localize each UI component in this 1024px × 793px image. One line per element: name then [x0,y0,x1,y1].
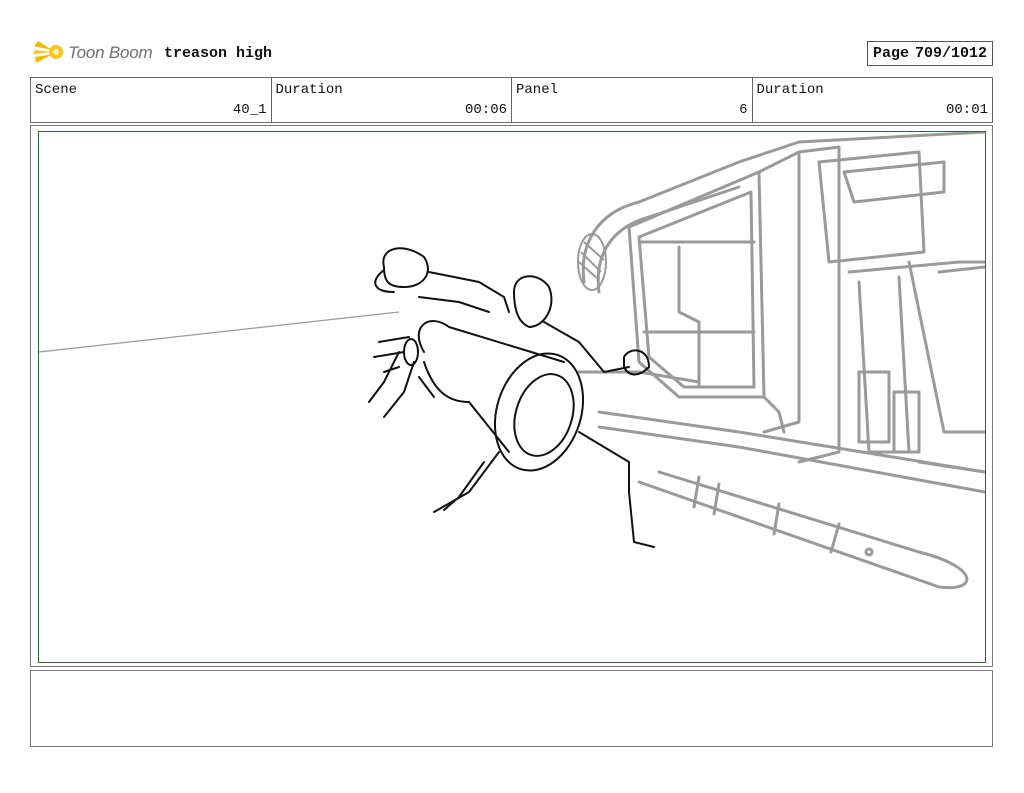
characters-sketch [368,247,655,548]
panel-duration-value: 00:01 [945,102,988,118]
panel-cell: Panel 6 [512,78,753,122]
scene-duration-cell: Duration 00:06 [272,78,512,122]
page-label: Page [872,45,909,62]
logo-burst-icon [33,41,63,63]
page-indicator: Page 709/1012 [866,41,993,66]
panel-duration-label: Duration [756,82,824,98]
page-value: 709/1012 [914,45,987,62]
panel-notes-box [30,670,993,747]
panel-info-row: Scene 40_1 Duration 00:06 Panel 6 Durati… [30,77,993,123]
scene-duration-label: Duration [275,82,343,98]
panel-label: Panel [516,82,559,98]
panel-value: 6 [739,102,748,118]
scene-cell: Scene 40_1 [31,78,272,122]
perspective-line [39,311,400,353]
project-title: treason high [164,45,273,62]
logo-text: Toon Boom [68,43,153,62]
vehicle-sketch [577,132,985,590]
scene-label: Scene [35,82,78,98]
scene-value: 40_1 [232,102,267,118]
storyboard-panel [30,125,993,667]
storyboard-header: Toon Boom treason high Page 709/1012 [30,36,993,70]
panel-sketch [39,132,985,590]
panel-duration-cell: Duration 00:01 [753,78,993,122]
toon-boom-logo: Toon Boom [32,38,153,68]
panel-drawing-area [38,131,986,663]
scene-duration-value: 00:06 [464,102,507,118]
